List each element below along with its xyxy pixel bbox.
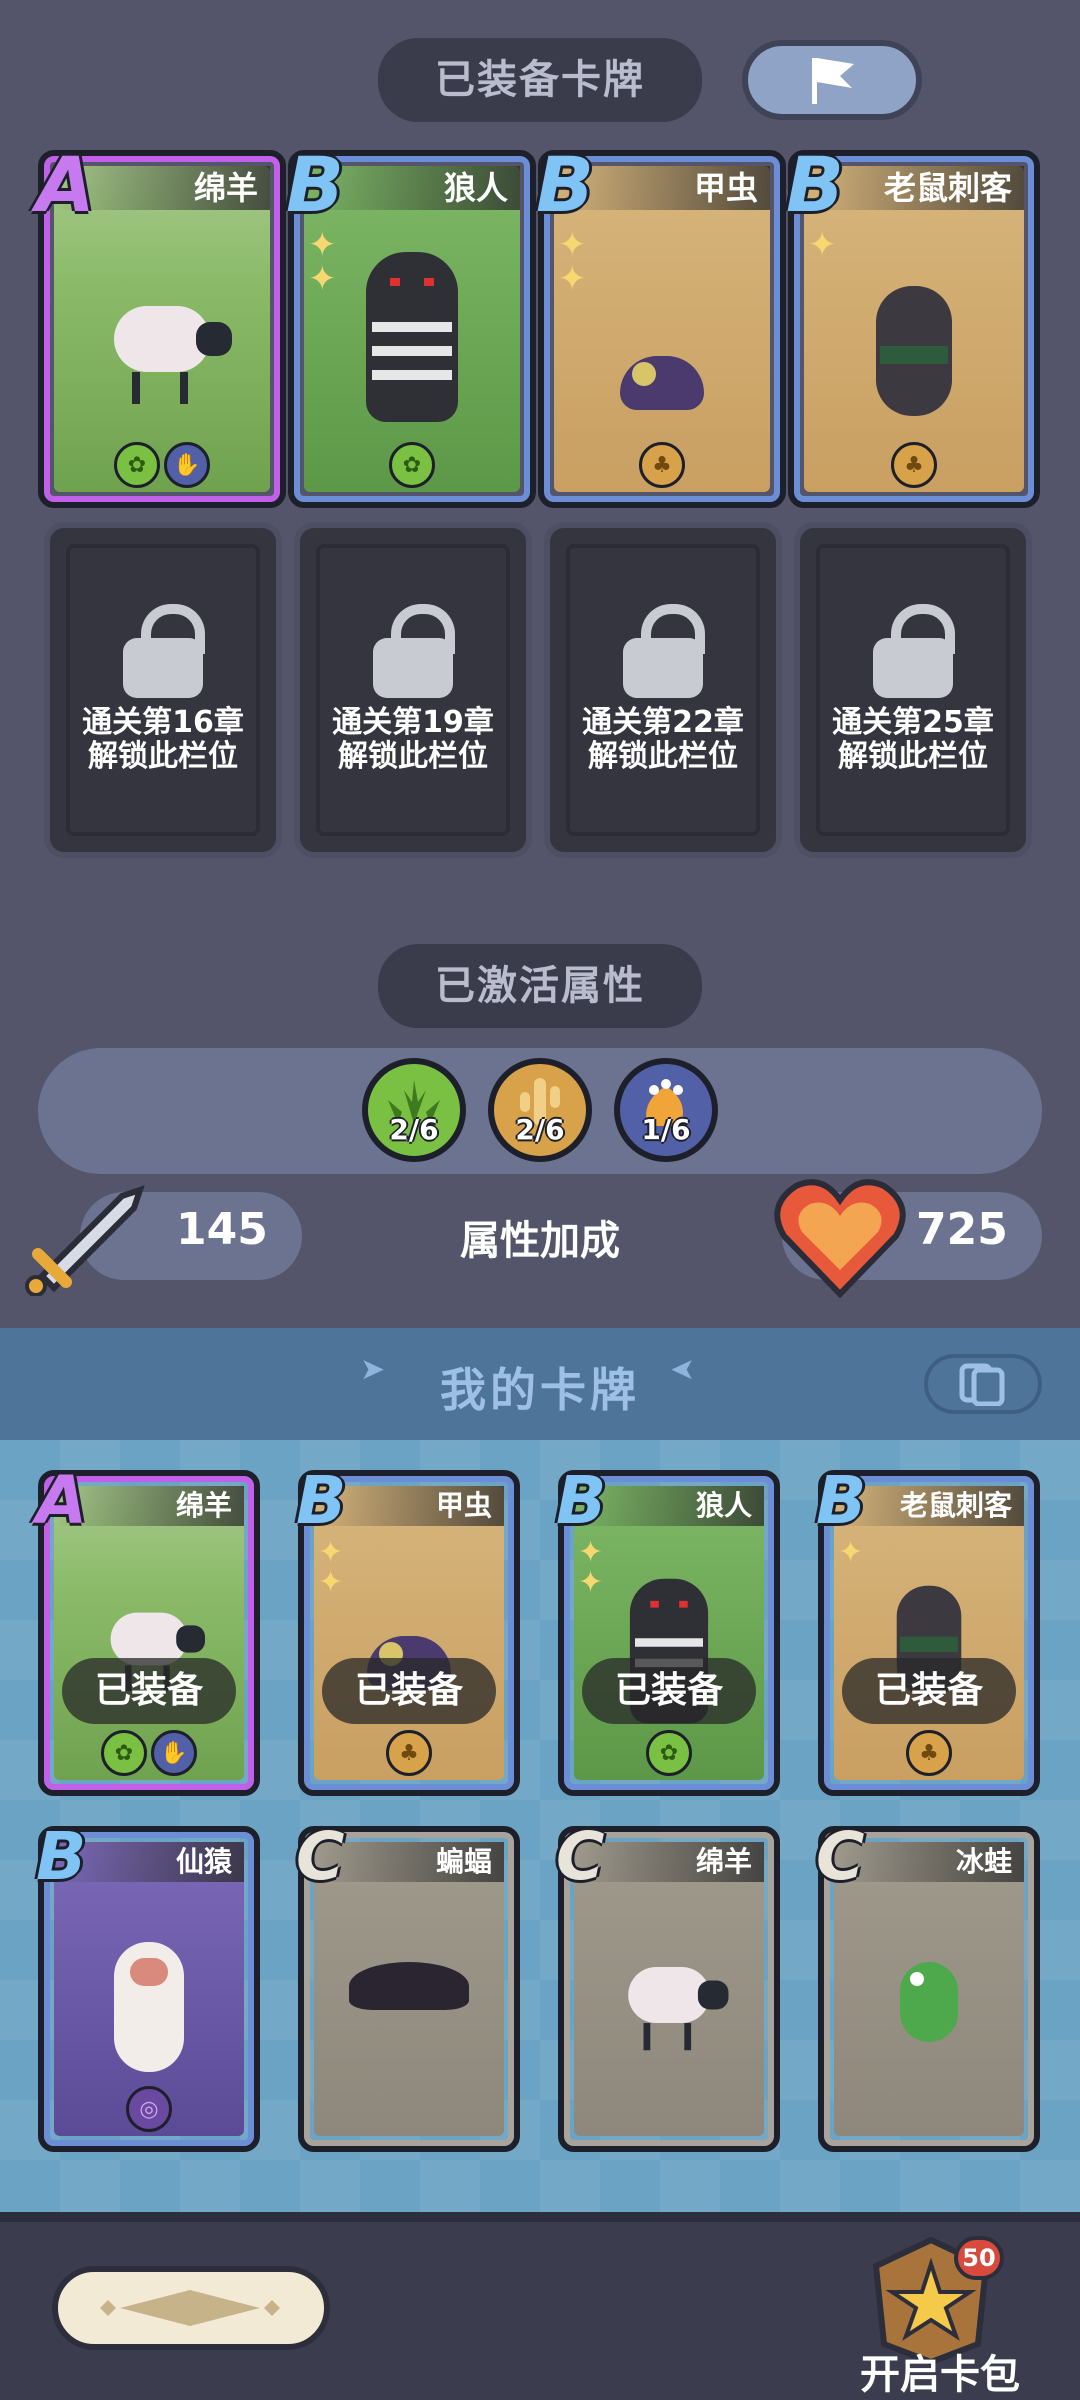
unlock-condition: 通关第19章 解锁此栏位 xyxy=(332,705,494,774)
rank-badge: A xyxy=(36,140,95,229)
activated-attributes-title: 已激活属性 xyxy=(378,944,702,1028)
trait-grass[interactable]: 2/6 xyxy=(362,1058,466,1162)
rank-badge: B xyxy=(536,140,594,229)
equipped-label: 已装备 xyxy=(322,1658,496,1724)
beast-icon: ✋ xyxy=(164,442,210,488)
werewolf-sprite xyxy=(366,252,458,422)
unlock-condition: 通关第16章 解锁此栏位 xyxy=(82,705,244,774)
rank-badge: B xyxy=(296,1462,347,1539)
rank-badge: C xyxy=(816,1818,865,1895)
unlock-condition: 通关第25章 解锁此栏位 xyxy=(832,705,994,774)
desert-icon: ♣ xyxy=(386,1730,432,1776)
padlock-icon xyxy=(623,604,705,698)
my-cards-title: 我的卡牌 xyxy=(440,1363,640,1417)
locked-slot-1[interactable]: 通关第16章 解锁此栏位 xyxy=(44,522,282,858)
star-icons: ✦ ✦ xyxy=(318,1535,344,1600)
locked-slot-2[interactable]: 通关第19章 解锁此栏位 xyxy=(294,522,532,858)
padlock-icon xyxy=(873,604,955,698)
equipped-cards-title: 已装备卡牌 xyxy=(378,38,702,122)
rank-badge: B xyxy=(36,1818,87,1895)
desert-icon: ♣ xyxy=(906,1730,952,1776)
ice-frog-sprite xyxy=(900,1962,958,2042)
my-cards-header: ➤ 我的卡牌 ➤ xyxy=(0,1328,1080,1440)
locked-slot-4[interactable]: 通关第25章 解锁此栏位 xyxy=(794,522,1032,858)
equipped-label: 已装备 xyxy=(582,1658,756,1724)
star-icons: ✦ ✦ xyxy=(578,1535,604,1600)
star-icons: ✦ xyxy=(838,1535,864,1570)
bottom-bar: 50 开启卡包 xyxy=(0,2212,1080,2400)
my-cards-grid: 绵羊 已装备 ✿ ✋ A 甲虫 ✦✦ 已装备 ♣ B 狼人 ✦✦ 已装备 ✿ xyxy=(0,1440,1080,2220)
star-icons: ✦ xyxy=(808,225,837,265)
ornament-arrow-icon xyxy=(100,2290,280,2326)
rank-badge: B xyxy=(556,1462,607,1539)
grass-icon: ✿ xyxy=(101,1730,147,1776)
rat-assassin-sprite xyxy=(876,286,952,416)
grass-icon: ✿ xyxy=(389,442,435,488)
equipped-label: 已装备 xyxy=(62,1658,236,1724)
flag-button[interactable] xyxy=(742,40,922,120)
trait-beast[interactable]: 1/6 xyxy=(614,1058,718,1162)
trait-count: 2/6 xyxy=(389,1113,439,1146)
locked-slot-3[interactable]: 通关第22章 解锁此栏位 xyxy=(544,522,782,858)
trait-count: 2/6 xyxy=(515,1113,565,1146)
trait-count: 1/6 xyxy=(641,1113,691,1146)
trait-desert[interactable]: 2/6 xyxy=(488,1058,592,1162)
spirit-icon: ◎ xyxy=(126,2086,172,2132)
bat-sprite xyxy=(349,1962,469,2010)
rank-badge: C xyxy=(296,1818,345,1895)
beast-icon: ✋ xyxy=(151,1730,197,1776)
grass-icon: ✿ xyxy=(114,442,160,488)
rank-badge: B xyxy=(286,140,344,229)
equipped-label: 已装备 xyxy=(842,1658,1016,1724)
rank-badge: C xyxy=(556,1818,605,1895)
padlock-icon xyxy=(373,604,455,698)
wing-right-icon: ➤ xyxy=(670,1352,696,1387)
equipped-area: 已装备卡牌 绵羊 ✿ ✋ A 狼人 ✦ ✦ ✿ B 甲虫 ✦ ✦ ♣ B 老鼠刺… xyxy=(0,0,1080,1328)
star-icons: ✦ ✦ xyxy=(308,225,337,299)
heart-icon xyxy=(774,1179,906,1299)
open-pack-label: 开启卡包 xyxy=(860,2352,1020,2398)
sheep-sprite xyxy=(114,306,232,404)
desert-icon: ♣ xyxy=(891,442,937,488)
star-icons: ✦ ✦ xyxy=(558,225,587,299)
card-collection-toggle[interactable] xyxy=(924,1354,1042,1414)
cards-stack-icon xyxy=(959,1363,1005,1406)
health-value: 725 xyxy=(916,1204,1008,1255)
sheep-sprite xyxy=(628,1966,729,2051)
grass-icon: ✿ xyxy=(646,1730,692,1776)
immortal-ape-sprite xyxy=(114,1942,184,2072)
back-button[interactable] xyxy=(52,2266,330,2350)
rank-badge: A xyxy=(36,1462,88,1539)
padlock-icon xyxy=(123,604,205,698)
rank-badge: B xyxy=(786,140,844,229)
desert-icon: ♣ xyxy=(639,442,685,488)
rank-badge: B xyxy=(816,1462,867,1539)
pack-count-badge: 50 xyxy=(954,2236,1004,2280)
unlock-condition: 通关第22章 解锁此栏位 xyxy=(582,705,744,774)
flag-icon xyxy=(812,58,854,104)
